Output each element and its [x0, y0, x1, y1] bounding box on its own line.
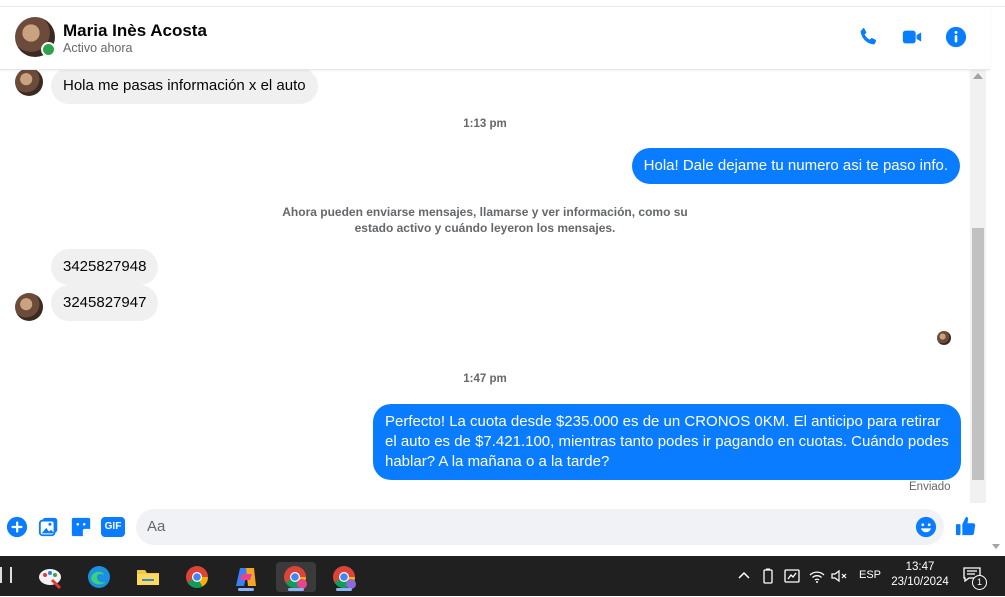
- info-icon[interactable]: [945, 26, 967, 48]
- conversation-header: Maria Inès Acosta Activo ahora: [0, 7, 990, 70]
- copilot-icon[interactable]: [230, 562, 262, 592]
- seen-indicator-avatar: [937, 331, 951, 345]
- scroll-down-arrow[interactable]: [992, 544, 1000, 549]
- image-icon[interactable]: [38, 516, 60, 538]
- emoji-icon[interactable]: [915, 516, 937, 538]
- system-notice: Ahora pueden enviarse mensajes, llamarse…: [282, 205, 688, 235]
- incoming-message[interactable]: Hola me pasas información x el auto: [51, 70, 318, 104]
- security-icon[interactable]: [783, 567, 801, 585]
- scroll-up-arrow[interactable]: [973, 73, 983, 79]
- sender-avatar[interactable]: [15, 293, 43, 321]
- outgoing-message[interactable]: Perfecto! La cuota desde $235.000 es de …: [373, 404, 961, 480]
- message-timestamp: 1:13 pm: [463, 118, 507, 130]
- wifi-icon[interactable]: [808, 567, 826, 585]
- chevron-up-icon[interactable]: [735, 567, 753, 585]
- window-top-edge: [0, 0, 1005, 7]
- gif-icon[interactable]: GIF: [101, 517, 125, 537]
- online-status-dot: [41, 42, 56, 57]
- outgoing-message[interactable]: Hola! Dale dejame tu numero asi te paso …: [631, 148, 960, 184]
- edge-icon[interactable]: [83, 562, 115, 592]
- scrollbar-thumb[interactable]: [972, 228, 984, 480]
- paint-icon[interactable]: [34, 562, 66, 592]
- video-camera-icon[interactable]: [901, 26, 923, 48]
- message-input-placeholder: Aa: [147, 518, 166, 535]
- taskbar-widgets-icon[interactable]: [0, 567, 12, 583]
- running-indicator: [238, 588, 254, 591]
- phone-icon[interactable]: [857, 26, 879, 48]
- message-timestamp: 1:47 pm: [463, 373, 507, 385]
- incoming-message[interactable]: 3425827948: [51, 249, 159, 285]
- message-composer: GIF Aa: [0, 503, 990, 553]
- plus-icon[interactable]: [6, 516, 28, 538]
- message-thread[interactable]: Hola me pasas información x el auto 1:13…: [0, 70, 970, 500]
- clock-date: 23/10/2024: [891, 576, 949, 588]
- clock[interactable]: 13:47 23/10/2024: [887, 560, 953, 590]
- delivery-status: Enviado: [909, 481, 951, 493]
- message-input[interactable]: Aa: [136, 509, 944, 545]
- sender-avatar[interactable]: [15, 70, 43, 96]
- incoming-message[interactable]: 3245827947: [51, 285, 159, 321]
- notification-count-badge: 1: [972, 575, 987, 590]
- speaker-muted-icon[interactable]: [830, 567, 848, 585]
- like-icon[interactable]: [955, 515, 977, 537]
- sticker-icon[interactable]: [70, 516, 92, 538]
- battery-icon[interactable]: [759, 567, 777, 585]
- chrome-profile-c-icon[interactable]: [276, 562, 316, 592]
- running-indicator: [288, 588, 304, 591]
- clock-time: 13:47: [905, 561, 935, 573]
- file-explorer-icon[interactable]: [132, 562, 164, 592]
- language-indicator[interactable]: ESP: [859, 569, 881, 581]
- windows-taskbar: ESP 13:47 23/10/2024 1: [0, 556, 1005, 596]
- running-indicator: [336, 588, 352, 591]
- contact-status: Activo ahora: [63, 41, 133, 55]
- chrome-profile-icon[interactable]: [328, 562, 360, 592]
- chrome-icon[interactable]: [181, 562, 213, 592]
- notifications-icon[interactable]: 1: [963, 567, 987, 590]
- contact-name[interactable]: Maria Inès Acosta: [63, 21, 207, 41]
